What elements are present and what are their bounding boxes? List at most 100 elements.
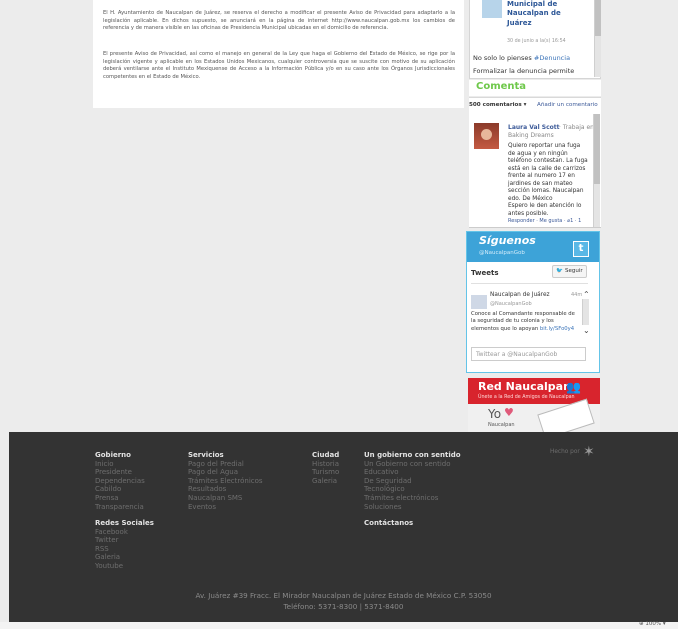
yo-label: Yo [488,407,502,421]
tweet-time[interactable]: 44m [571,292,582,298]
heart-icon: ♥ [504,406,514,419]
privacy-paragraph-2: El presente Aviso de Privacidad, así com… [103,51,455,80]
privacy-notice-card: El H. Ayuntamiento de Naucalpan de Juáre… [93,0,464,108]
made-by-label: Hecho por [550,449,580,455]
footer-link[interactable]: Twitter [95,536,154,545]
footer-link[interactable]: Presidente [95,468,145,477]
footer-heading-gobierno: Gobierno [95,451,131,459]
follow-button[interactable]: 🐦 Seguir [552,265,587,278]
red-naucalpan-title: Red Naucalpan [478,380,571,393]
footer-link[interactable]: Facebook [95,528,154,537]
agency-logo-icon[interactable]: ✶ [583,444,595,460]
footer-heading-redes: Redes Sociales [95,519,154,527]
comments-scrollbar[interactable] [593,114,600,227]
footer-col-gobierno-sentido: Un gobierno con sentido Un Gobierno con … [364,451,461,511]
footer-link[interactable]: Tecnológico [364,485,461,494]
footer-link[interactable]: Dependencias [95,477,145,486]
twitter-header: Síguenos @NaucalpanGob t [467,232,599,262]
page-thumbnail[interactable] [482,0,502,18]
scroll-up-icon[interactable]: ⌃ [583,290,590,299]
footer-link[interactable]: Galeria [312,477,339,486]
footer-link[interactable]: Un Gobierno con sentido [364,460,461,469]
footer-link[interactable]: Eventos [188,503,263,512]
red-naucalpan-subtitle: Únete a la Red de Amigos de Naucalpan [478,395,575,400]
footer-link[interactable]: Turismo [312,468,339,477]
comment-actions[interactable]: Responder · Me gusta · ⌀1 · 1 [508,218,581,224]
footer-link[interactable]: Pago del Agua [188,468,263,477]
footer-col-redes: Redes Sociales Facebook Twitter RSS Gale… [95,519,154,571]
feed-scrollbar[interactable] [594,0,601,77]
footer-link[interactable]: Soluciones [364,503,461,512]
footer-link[interactable]: Resultados [188,485,263,494]
footer-col-contacto: Contáctanos [364,519,413,528]
feed-post-text: No solo lo pienses #Denuncia [473,54,570,62]
twitter-bird-icon[interactable]: t [573,241,589,257]
follow-bird-icon: 🐦 [556,268,564,274]
footer-link[interactable]: Prensa [95,494,145,503]
feed-post-date: 30 de junio a la(s) 16:54 [507,39,566,44]
footer-link[interactable]: Transparencia [95,503,145,512]
footer-link[interactable]: Cabildo [95,485,145,494]
footer-link[interactable]: De Seguridad [364,477,461,486]
hashtag-link[interactable]: #Denuncia [534,54,570,62]
footer-heading-contacto[interactable]: Contáctanos [364,519,413,528]
privacy-paragraph-1: El H. Ayuntamiento de Naucalpan de Juáre… [103,10,455,32]
tweet-text: Conoce al Comandante responsable de la s… [471,311,579,333]
footer-col-gobierno: Gobierno Inicio Presidente Dependencias … [95,451,145,511]
footer-address: Av. Juárez #39 Fracc. El Mirador Naucalp… [195,591,492,600]
footer-heading-servicios: Servicios [188,451,224,459]
footer-link[interactable]: Galeria [95,553,154,562]
people-group-icon: 👥 [566,380,581,394]
comments-scrollbar-thumb[interactable] [594,114,600,184]
footer-col-ciudad: Ciudad Historia Turismo Galeria [312,451,339,485]
tweet-avatar[interactable] [471,295,487,309]
footer-link[interactable]: Historia [312,460,339,469]
comment-item: Laura Val Scott · Trabaja en Baking Drea… [469,114,601,228]
feed-page-title[interactable]: Municipal de Naucalpan de Juárez [507,0,587,28]
comments-toolbar: 500 comentarios ▾ Añadir un comentario [469,97,601,114]
footer-col-servicios: Servicios Pago del Predial Pago del Agua… [188,451,263,511]
facebook-feed-widget: Municipal de Naucalpan de Juárez 30 de j… [469,0,601,79]
feed-post-text-2: Formalizar la denuncia permite [473,67,575,75]
comment-body: Quiero reportar una fuga de agua y en ni… [508,143,588,217]
feed-scrollbar-thumb[interactable] [595,0,601,36]
siguenos-title: Síguenos [479,234,536,247]
comments-heading-box: Comenta [469,80,601,96]
footer-link[interactable]: Trámites electrónicos [364,494,461,503]
footer-link[interactable]: Inicio [95,460,145,469]
tweet-handle[interactable]: @NaucalpanGob [490,301,532,307]
tweets-label: Tweets [471,269,499,277]
comment-author-meta: · Trabaja en [559,124,594,131]
comments-heading: Comenta [476,81,527,92]
tweet-author[interactable]: Naucalpan de Juárez [490,292,550,298]
twitter-handle: @NaucalpanGob [479,250,525,256]
footer-heading-ciudad: Ciudad [312,451,340,459]
zoom-level[interactable]: ⊕ 100% ▾ [639,621,666,627]
tweets-scrollbar[interactable] [582,299,589,325]
tweet-link[interactable]: bit.ly/SFo0y4 [540,326,574,332]
footer-link[interactable]: Pago del Predial [188,460,263,469]
browser-status-bar: ⊕ 100% ▾ [0,621,678,629]
tweet-compose-input[interactable]: Twittear a @NaucalpanGob [471,347,586,361]
add-comment-link[interactable]: Añadir un comentario [537,102,598,108]
footer-link[interactable]: Educativo [364,468,461,477]
twitter-widget: Síguenos @NaucalpanGob t Tweets 🐦 Seguir… [466,231,600,373]
divider [471,283,588,284]
comment-count-dropdown[interactable]: 500 comentarios ▾ [469,102,526,108]
footer-link[interactable]: Naucalpan SMS [188,494,263,503]
footer-link[interactable]: Youtube [95,562,154,571]
naucalpan-label: Naucalpan [488,422,515,428]
site-footer: Gobierno Inicio Presidente Dependencias … [9,432,678,622]
footer-heading-gobierno-sentido: Un gobierno con sentido [364,451,461,459]
footer-link[interactable]: RSS [95,545,154,554]
red-naucalpan-banner[interactable]: Red Naucalpan Únete a la Red de Amigos d… [468,378,600,440]
footer-link[interactable]: Trámites Electrónicos [188,477,263,486]
scroll-down-icon[interactable]: ⌄ [583,326,590,335]
avatar[interactable] [474,123,499,149]
follow-button-label: Seguir [564,268,583,274]
red-naucalpan-promo: Yo ♥ Naucalpan [468,398,600,440]
comment-author[interactable]: Laura Val Scott [508,124,560,131]
comment-author-work[interactable]: Baking Dreams [508,132,554,139]
footer-phone: Teléfono: 5371-8300 | 5371-8400 [283,602,404,611]
feed-post-text-main: No solo lo pienses [473,54,532,62]
